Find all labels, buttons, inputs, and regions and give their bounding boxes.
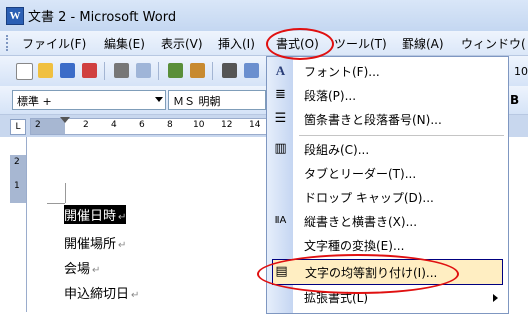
line-text: 申込締切日 xyxy=(64,287,130,302)
font-icon: A xyxy=(275,63,286,78)
menu-item-font[interactable]: A フォント(F)... xyxy=(267,59,508,83)
menu-edit[interactable]: 編集(E) xyxy=(104,35,145,52)
open-folder-icon[interactable] xyxy=(38,63,53,78)
menu-item-label: 段落(P)... xyxy=(304,89,357,103)
line-text: 開催場所 xyxy=(64,237,117,252)
menu-item-tabs[interactable]: タブとリーダー(T)... xyxy=(267,161,508,185)
line-text: 開催日時 xyxy=(64,209,117,224)
menu-item-label: 文字種の変換(E)... xyxy=(304,239,405,253)
paragraph-mark: ↵ xyxy=(118,212,127,223)
menu-separator xyxy=(299,135,504,136)
ruler-number: 2 xyxy=(35,120,41,130)
window-title: 文書 2 - Microsoft Word xyxy=(28,10,177,25)
spelling-icon[interactable] xyxy=(168,63,183,78)
paragraph-mark: ↵ xyxy=(131,290,140,301)
document-line[interactable]: 会場 ↵ xyxy=(64,258,100,277)
style-combo[interactable]: 標準 + xyxy=(12,90,166,110)
save-icon[interactable] xyxy=(60,63,75,78)
style-value: 標準 + xyxy=(17,95,52,108)
document-line[interactable]: 開催場所 ↵ xyxy=(64,233,126,252)
menu-item-drop-cap[interactable]: ドロップ キャップ(D)... xyxy=(267,185,508,209)
menu-insert[interactable]: 挿入(I) xyxy=(218,35,255,52)
menu-item-label: 段組み(C)... xyxy=(304,143,370,157)
menubar-grip-handle[interactable] xyxy=(6,35,11,51)
menu-table[interactable]: 罫線(A) xyxy=(402,35,444,52)
permission-icon[interactable] xyxy=(82,63,97,78)
new-document-icon[interactable] xyxy=(16,63,33,80)
toolbar-separator xyxy=(158,62,159,80)
annotation-circle-distribute-item xyxy=(257,254,459,294)
ruler-number: 14 xyxy=(249,120,261,130)
bold-button[interactable]: B xyxy=(510,93,519,107)
font-value: ＭＳ 明朝 xyxy=(173,95,221,108)
ruler-number: 12 xyxy=(221,120,233,130)
menu-item-columns[interactable]: ▥ 段組み(C)... xyxy=(267,137,508,161)
menu-view[interactable]: 表示(V) xyxy=(161,35,203,52)
ruler-number: 10 xyxy=(193,120,205,130)
menu-item-label: 箇条書きと段落番号(N)... xyxy=(304,113,442,127)
horizontal-ruler[interactable]: 2 2 4 6 8 10 12 14 xyxy=(30,117,272,135)
submenu-arrow-icon xyxy=(493,294,498,302)
toolbar-separator xyxy=(212,62,213,80)
menu-tools[interactable]: ツール(T) xyxy=(334,35,387,52)
margin-corner-mark xyxy=(47,203,65,204)
ruler-number: 2 xyxy=(14,157,20,167)
tab-selector[interactable]: L xyxy=(10,119,26,135)
chevron-down-icon[interactable] xyxy=(155,97,163,102)
research-icon[interactable] xyxy=(190,63,205,78)
line-text: 会場 xyxy=(64,262,91,277)
ruler-number: 1 xyxy=(14,181,20,191)
paragraph-mark: ↵ xyxy=(92,265,101,276)
zoom-value[interactable]: 10 xyxy=(514,65,528,78)
document-area[interactable]: 開催日時 ↵ 開催場所 ↵ 会場 ↵ 申込締切日 ↵ xyxy=(27,137,270,312)
print-icon[interactable] xyxy=(114,63,129,78)
columns-icon: ▥ xyxy=(274,141,287,156)
menu-item-label: フォント(F)... xyxy=(304,65,380,79)
copy-icon[interactable] xyxy=(244,63,259,78)
title-bar: W 文書 2 - Microsoft Word xyxy=(0,0,528,31)
toolbar-separator xyxy=(104,62,105,80)
menu-item-paragraph[interactable]: ≣ 段落(P)... xyxy=(267,83,508,107)
document-line-selected[interactable]: 開催日時 ↵ xyxy=(64,205,127,224)
ruler-number: 2 xyxy=(83,120,89,130)
menu-file[interactable]: ファイル(F) xyxy=(22,35,86,52)
word-app-icon: W xyxy=(6,7,24,25)
menu-item-bullets[interactable]: ☰ 箇条書きと段落番号(N)... xyxy=(267,107,508,131)
menu-item-label: 縦書きと横書き(X)... xyxy=(304,215,418,229)
menu-item-label: タブとリーダー(T)... xyxy=(304,167,417,181)
print-preview-icon[interactable] xyxy=(136,63,151,78)
font-combo[interactable]: ＭＳ 明朝 xyxy=(168,90,266,110)
margin-corner-mark xyxy=(65,183,66,203)
paragraph-mark: ↵ xyxy=(118,240,127,251)
annotation-circle-format-menu xyxy=(266,28,334,60)
menu-item-change-case[interactable]: 文字種の変換(E)... xyxy=(267,233,508,257)
indent-marker[interactable] xyxy=(60,117,70,123)
text-direction-icon: ⅡA xyxy=(274,215,287,226)
ruler-number: 8 xyxy=(167,120,173,130)
bullets-icon: ☰ xyxy=(274,111,287,126)
cut-icon[interactable] xyxy=(222,63,237,78)
paragraph-icon: ≣ xyxy=(275,87,286,102)
document-line[interactable]: 申込締切日 ↵ xyxy=(64,283,139,302)
menu-item-text-direction[interactable]: ⅡA 縦書きと横書き(X)... xyxy=(267,209,508,233)
ruler-number: 4 xyxy=(111,120,117,130)
menu-bar: ファイル(F) 編集(E) 表示(V) 挿入(I) 書式(O) ツール(T) 罫… xyxy=(0,31,528,56)
vertical-ruler[interactable]: 2 1 xyxy=(10,137,27,312)
menu-window[interactable]: ウィンドウ( xyxy=(461,35,526,52)
menu-item-label: ドロップ キャップ(D)... xyxy=(304,191,434,205)
ruler-number: 6 xyxy=(139,120,145,130)
